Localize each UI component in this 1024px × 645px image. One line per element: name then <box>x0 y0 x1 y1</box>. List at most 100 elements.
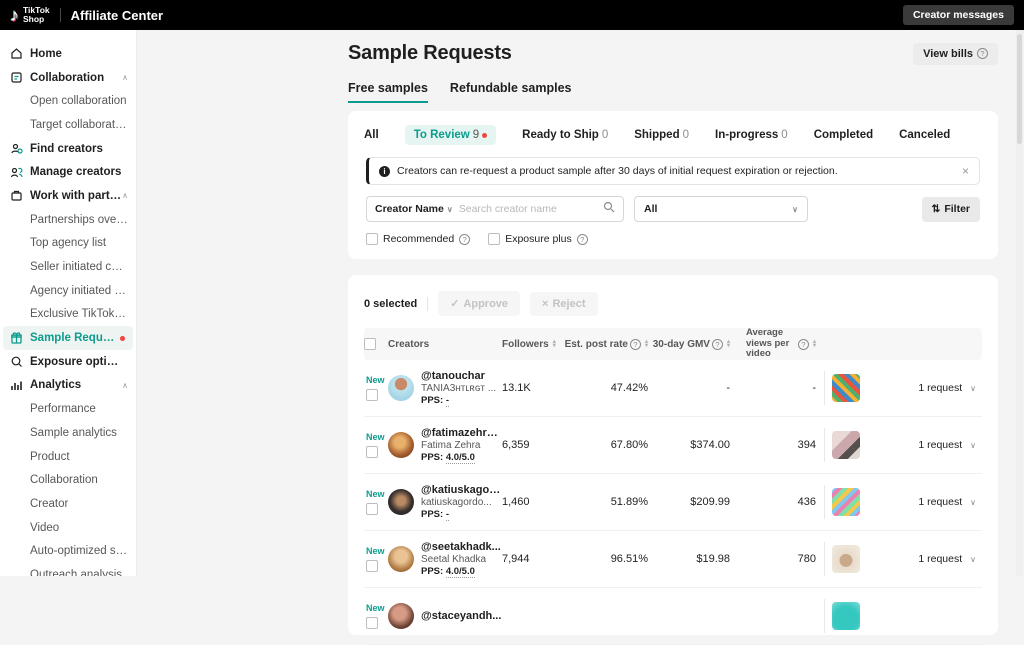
sidebar-item-collaboration-analytics[interactable]: Collaboration <box>0 468 136 492</box>
table-toolbar: 0 selected ✓Approve ×Reject <box>364 291 982 316</box>
row-checkbox[interactable] <box>366 617 378 629</box>
sidebar-item-target-collaboration[interactable]: Target collaboration <box>0 113 136 137</box>
status-tab-ready-to-ship[interactable]: Ready to Ship0 <box>522 129 608 141</box>
approve-button[interactable]: ✓Approve <box>438 291 520 316</box>
scrollbar[interactable] <box>1016 30 1023 576</box>
category-select[interactable]: All ∨ <box>634 196 808 222</box>
reject-button[interactable]: ×Reject <box>530 292 597 316</box>
followers-value: 6,359 <box>502 439 560 451</box>
search-type-dropdown[interactable]: Creator Name ∨ <box>375 203 453 215</box>
followers-value: 7,944 <box>502 553 560 565</box>
avg-views-value: 780 <box>730 553 816 565</box>
exposure-plus-checkbox[interactable] <box>488 233 500 245</box>
sidebar-item-home[interactable]: Home <box>0 42 136 66</box>
post-rate-value: 96.51% <box>560 553 648 565</box>
select-all-checkbox[interactable] <box>364 338 376 350</box>
sidebar-item-manage-creators[interactable]: Manage creators <box>0 160 136 184</box>
creator-handle[interactable]: @fatimazehra... <box>421 427 502 439</box>
avg-views-value: - <box>730 382 816 394</box>
product-thumbnail[interactable] <box>832 602 860 630</box>
request-count-dropdown[interactable]: 1 request∨ <box>878 553 982 565</box>
chevron-down-icon: ∨ <box>970 441 976 450</box>
sidebar-item-work-with-partners[interactable]: Work with partners ∧ <box>0 184 136 208</box>
alert-dot <box>482 133 487 138</box>
product-thumbnail[interactable] <box>832 431 860 459</box>
status-tab-to-review[interactable]: To Review 9 <box>405 125 496 145</box>
close-icon[interactable]: × <box>962 164 969 178</box>
product-thumbnail[interactable] <box>832 545 860 573</box>
check-icon: ✓ <box>450 297 459 310</box>
sidebar-item-analytics[interactable]: Analytics ∧ <box>0 374 136 398</box>
sidebar-item-exposure-optimization[interactable]: Exposure optimization <box>0 350 136 374</box>
sidebar-item-performance[interactable]: Performance <box>0 397 136 421</box>
tab-free-samples[interactable]: Free samples <box>348 81 428 103</box>
status-tab-in-progress[interactable]: In-progress0 <box>715 129 788 141</box>
help-icon: ? <box>977 48 988 59</box>
product-thumbnail[interactable] <box>832 374 860 402</box>
sidebar-item-exclusive-tiktok-shop[interactable]: Exclusive TikTok Shop c... <box>0 303 136 327</box>
sidebar-item-find-creators[interactable]: Find creators <box>0 137 136 161</box>
creator-messages-button[interactable]: Creator messages <box>903 5 1014 25</box>
creator-handle[interactable]: @katiuskagor... <box>421 484 502 496</box>
status-tabs: All To Review 9 Ready to Ship0 Shipped0 … <box>348 123 998 157</box>
sidebar-item-agency-initiated-campaigns[interactable]: Agency initiated campa... <box>0 279 136 303</box>
new-badge: New <box>366 432 385 442</box>
creator-name: katiuskagordo... <box>421 497 502 508</box>
filter-icon: ⇅ <box>932 203 941 215</box>
top-bar: ♪ TikTok Shop Affiliate Center Creator m… <box>0 0 1024 30</box>
row-checkbox[interactable] <box>366 389 378 401</box>
column-divider <box>824 428 825 462</box>
gmv-value: $19.98 <box>648 553 730 565</box>
request-count-dropdown[interactable]: 1 request∨ <box>878 382 982 394</box>
status-tab-shipped[interactable]: Shipped0 <box>634 129 689 141</box>
tab-refundable-samples[interactable]: Refundable samples <box>450 81 572 103</box>
avatar <box>388 603 414 629</box>
sidebar-item-sample-analytics[interactable]: Sample analytics <box>0 421 136 445</box>
sidebar-item-partnerships-overview[interactable]: Partnerships overview <box>0 208 136 232</box>
sort-icon[interactable]: ▴▾ <box>553 340 556 349</box>
request-count-dropdown[interactable]: 1 request∨ <box>878 496 982 508</box>
search-input[interactable] <box>459 203 603 215</box>
brand-line-2: Shop <box>23 15 50 24</box>
row-checkbox[interactable] <box>366 560 378 572</box>
help-icon: ? <box>577 234 588 245</box>
help-icon: ? <box>459 234 470 245</box>
sort-icon[interactable]: ▴▾ <box>813 340 816 349</box>
creator-name: Seetal Khadka <box>421 554 501 565</box>
new-badge: New <box>366 375 385 385</box>
manage-creators-icon <box>10 166 23 179</box>
request-count-dropdown[interactable]: 1 request∨ <box>878 439 982 451</box>
product-thumbnail[interactable] <box>832 488 860 516</box>
tiktok-shop-logo[interactable]: ♪ TikTok Shop <box>10 6 50 24</box>
info-icon: i <box>379 166 390 177</box>
sidebar-item-outreach-analysis[interactable]: Outreach analysis <box>0 563 136 576</box>
row-checkbox[interactable] <box>366 446 378 458</box>
sidebar-item-open-collaboration[interactable]: Open collaboration <box>0 89 136 113</box>
sidebar-item-seller-initiated-campaigns[interactable]: Seller initiated campaig... <box>0 255 136 279</box>
status-tab-canceled[interactable]: Canceled <box>899 129 950 141</box>
sidebar-item-video[interactable]: Video <box>0 516 136 540</box>
filters-card: All To Review 9 Ready to Ship0 Shipped0 … <box>348 111 998 259</box>
sidebar-item-product[interactable]: Product <box>0 445 136 469</box>
creator-handle[interactable]: @tanouchar <box>421 370 496 382</box>
sidebar-item-collaboration[interactable]: Collaboration ∧ <box>0 66 136 90</box>
gmv-value: $209.99 <box>648 496 730 508</box>
recommended-checkbox[interactable] <box>366 233 378 245</box>
home-icon <box>10 47 23 60</box>
row-checkbox[interactable] <box>366 503 378 515</box>
creator-handle[interactable]: @staceyandh... <box>421 610 501 622</box>
view-bills-button[interactable]: View bills ? <box>913 43 998 65</box>
filter-button[interactable]: ⇅ Filter <box>922 197 980 222</box>
sidebar-item-auto-optimized-samples[interactable]: Auto-optimized samples <box>0 539 136 563</box>
scrollbar-thumb[interactable] <box>1017 34 1022 144</box>
sidebar-item-top-agency-list[interactable]: Top agency list <box>0 232 136 256</box>
pps-value: 4.0/5.0 <box>446 452 475 464</box>
status-tab-all[interactable]: All <box>364 129 379 141</box>
creator-handle[interactable]: @seetakhadk... <box>421 541 501 553</box>
sidebar-item-sample-requests[interactable]: Sample Requests <box>3 326 133 350</box>
table-row: New @tanouchar TANIA3ʜᴛʟʀɢᴛ ... PPS: - 1… <box>364 360 982 417</box>
chevron-up-icon: ∧ <box>122 73 128 82</box>
sidebar-item-creator[interactable]: Creator <box>0 492 136 516</box>
status-tab-completed[interactable]: Completed <box>814 129 873 141</box>
bar-chart-icon <box>10 379 23 392</box>
